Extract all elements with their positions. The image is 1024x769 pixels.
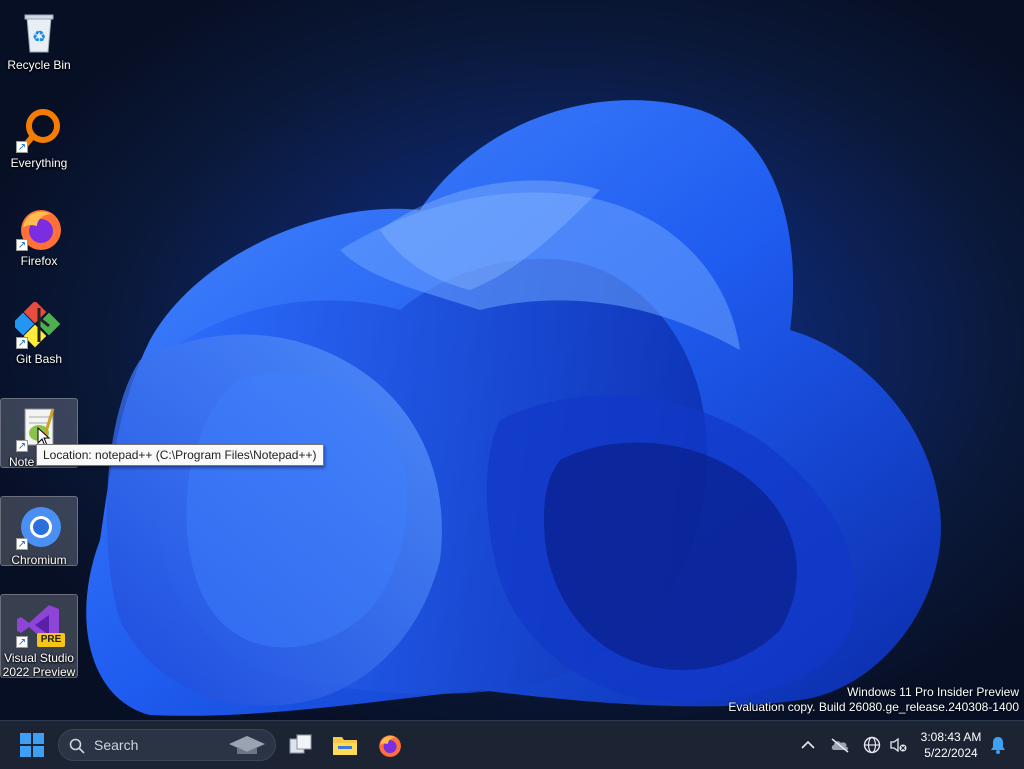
speaker-muted-icon xyxy=(890,737,907,753)
cloud-offline-icon xyxy=(831,738,849,753)
location-tooltip: Location: notepad++ (C:\Program Files\No… xyxy=(36,444,324,466)
git-bash-icon: ↗ xyxy=(11,300,63,350)
desktop-icon-label: Everything xyxy=(10,156,68,170)
shortcut-arrow-icon: ↗ xyxy=(16,636,28,648)
desktop-icon-recycle-bin[interactable]: ♻ Recycle Bin xyxy=(0,2,78,72)
search-placeholder: Search xyxy=(94,737,139,753)
globe-network-icon xyxy=(863,736,881,754)
start-button[interactable] xyxy=(16,729,48,761)
watermark-line2: Evaluation copy. Build 26080.ge_release.… xyxy=(728,700,1019,714)
shortcut-arrow-icon: ↗ xyxy=(16,337,28,349)
desktop-icon-chromium[interactable]: ↗ Chromium xyxy=(0,496,78,567)
desktop-icon-label: Recycle Bin xyxy=(7,58,71,72)
windows-logo-icon xyxy=(20,733,44,757)
notifications-button[interactable] xyxy=(986,733,1010,757)
firefox-icon: ↗ xyxy=(15,204,63,252)
everything-search-icon: ↗ xyxy=(15,106,63,154)
desktop-icon-visual-studio-2022-preview[interactable]: PRE ↗ Visual Studio 2022 Preview xyxy=(0,594,78,679)
chevron-up-icon xyxy=(801,740,815,749)
clock-time: 3:08:43 AM xyxy=(920,730,982,744)
wallpaper-bloom xyxy=(86,100,941,716)
evaluation-watermark: Windows 11 Pro Insider Preview Evaluatio… xyxy=(728,685,1019,715)
desktop-icon-label-line1: Visual Studio xyxy=(4,651,74,665)
chromium-icon: ↗ xyxy=(15,503,63,551)
task-view-button[interactable] xyxy=(285,729,317,761)
desktop-icon-label: Visual Studio 2022 Preview xyxy=(1,651,77,679)
desktop-icon-label-line2: 2022 Preview xyxy=(2,665,76,679)
shortcut-arrow-icon: ↗ xyxy=(16,141,28,153)
show-hidden-icons-button[interactable] xyxy=(796,733,820,757)
svg-text:♻: ♻ xyxy=(32,27,46,46)
visual-studio-icon: PRE ↗ xyxy=(15,601,65,649)
shortcut-arrow-icon: ↗ xyxy=(16,239,28,251)
desktop-icon-label: Git Bash xyxy=(15,352,63,366)
preview-badge: PRE xyxy=(37,633,65,647)
task-view-icon xyxy=(289,734,312,754)
firefox-icon xyxy=(379,735,401,757)
network-tray-button[interactable] xyxy=(860,733,884,757)
shortcut-arrow-icon: ↗ xyxy=(16,440,28,452)
firefox-taskbar-button[interactable] xyxy=(373,729,405,761)
desktop-icon-git-bash[interactable]: ↗ Git Bash xyxy=(0,296,78,366)
shortcut-arrow-icon: ↗ xyxy=(16,538,28,550)
taskbar-clock[interactable]: 3:08:43 AM 5/22/2024 xyxy=(914,729,988,761)
file-explorer-taskbar-button[interactable] xyxy=(329,729,361,761)
folder-icon xyxy=(333,737,357,755)
volume-tray-button[interactable] xyxy=(886,733,910,757)
taskbar: Search 3:08:43 AM 5/22/2024 xyxy=(0,720,1024,769)
graduation-cap-icon xyxy=(229,736,265,754)
desktop-icon-label: Chromium xyxy=(11,553,67,567)
watermark-line1: Windows 11 Pro Insider Preview xyxy=(847,685,1019,699)
taskbar-search-box[interactable]: Search xyxy=(58,729,276,761)
bell-icon xyxy=(991,737,1005,754)
clock-date: 5/22/2024 xyxy=(924,746,978,760)
search-icon xyxy=(69,738,85,754)
desktop-icon-everything[interactable]: ↗ Everything xyxy=(0,100,78,170)
desktop-icon-label: Firefox xyxy=(20,254,58,268)
onedrive-tray-button[interactable] xyxy=(828,733,852,757)
desktop-icon-firefox[interactable]: ↗ Firefox xyxy=(0,198,78,268)
recycle-bin-icon: ♻ xyxy=(15,8,63,56)
